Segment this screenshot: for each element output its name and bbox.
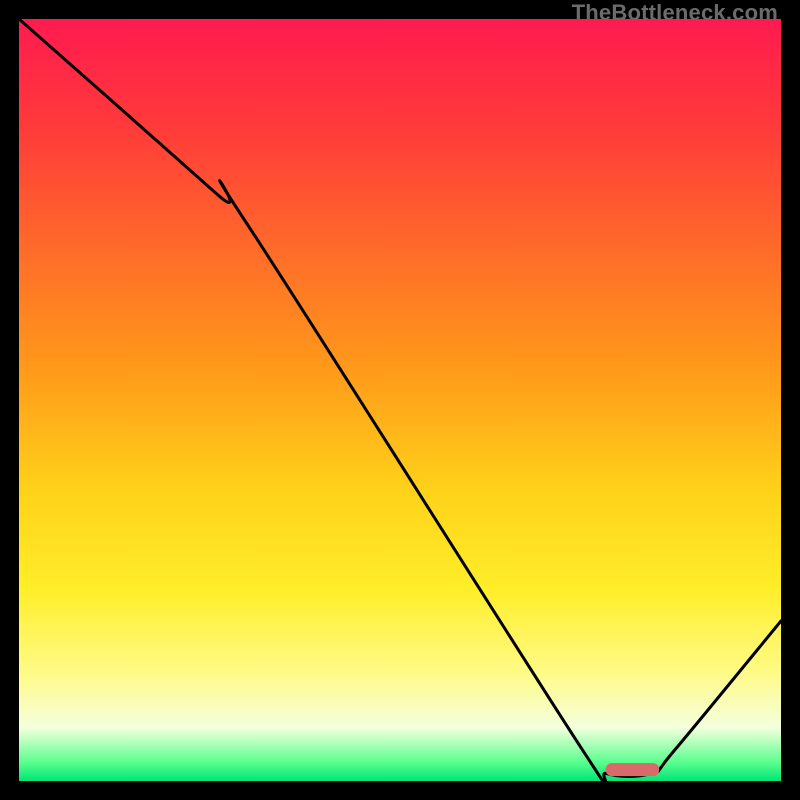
watermark-text: TheBottleneck.com	[572, 0, 778, 26]
chart-svg	[19, 19, 781, 781]
chart-background-gradient	[19, 19, 781, 781]
optimal-range-marker	[606, 763, 659, 776]
chart-plot-area	[19, 19, 781, 781]
